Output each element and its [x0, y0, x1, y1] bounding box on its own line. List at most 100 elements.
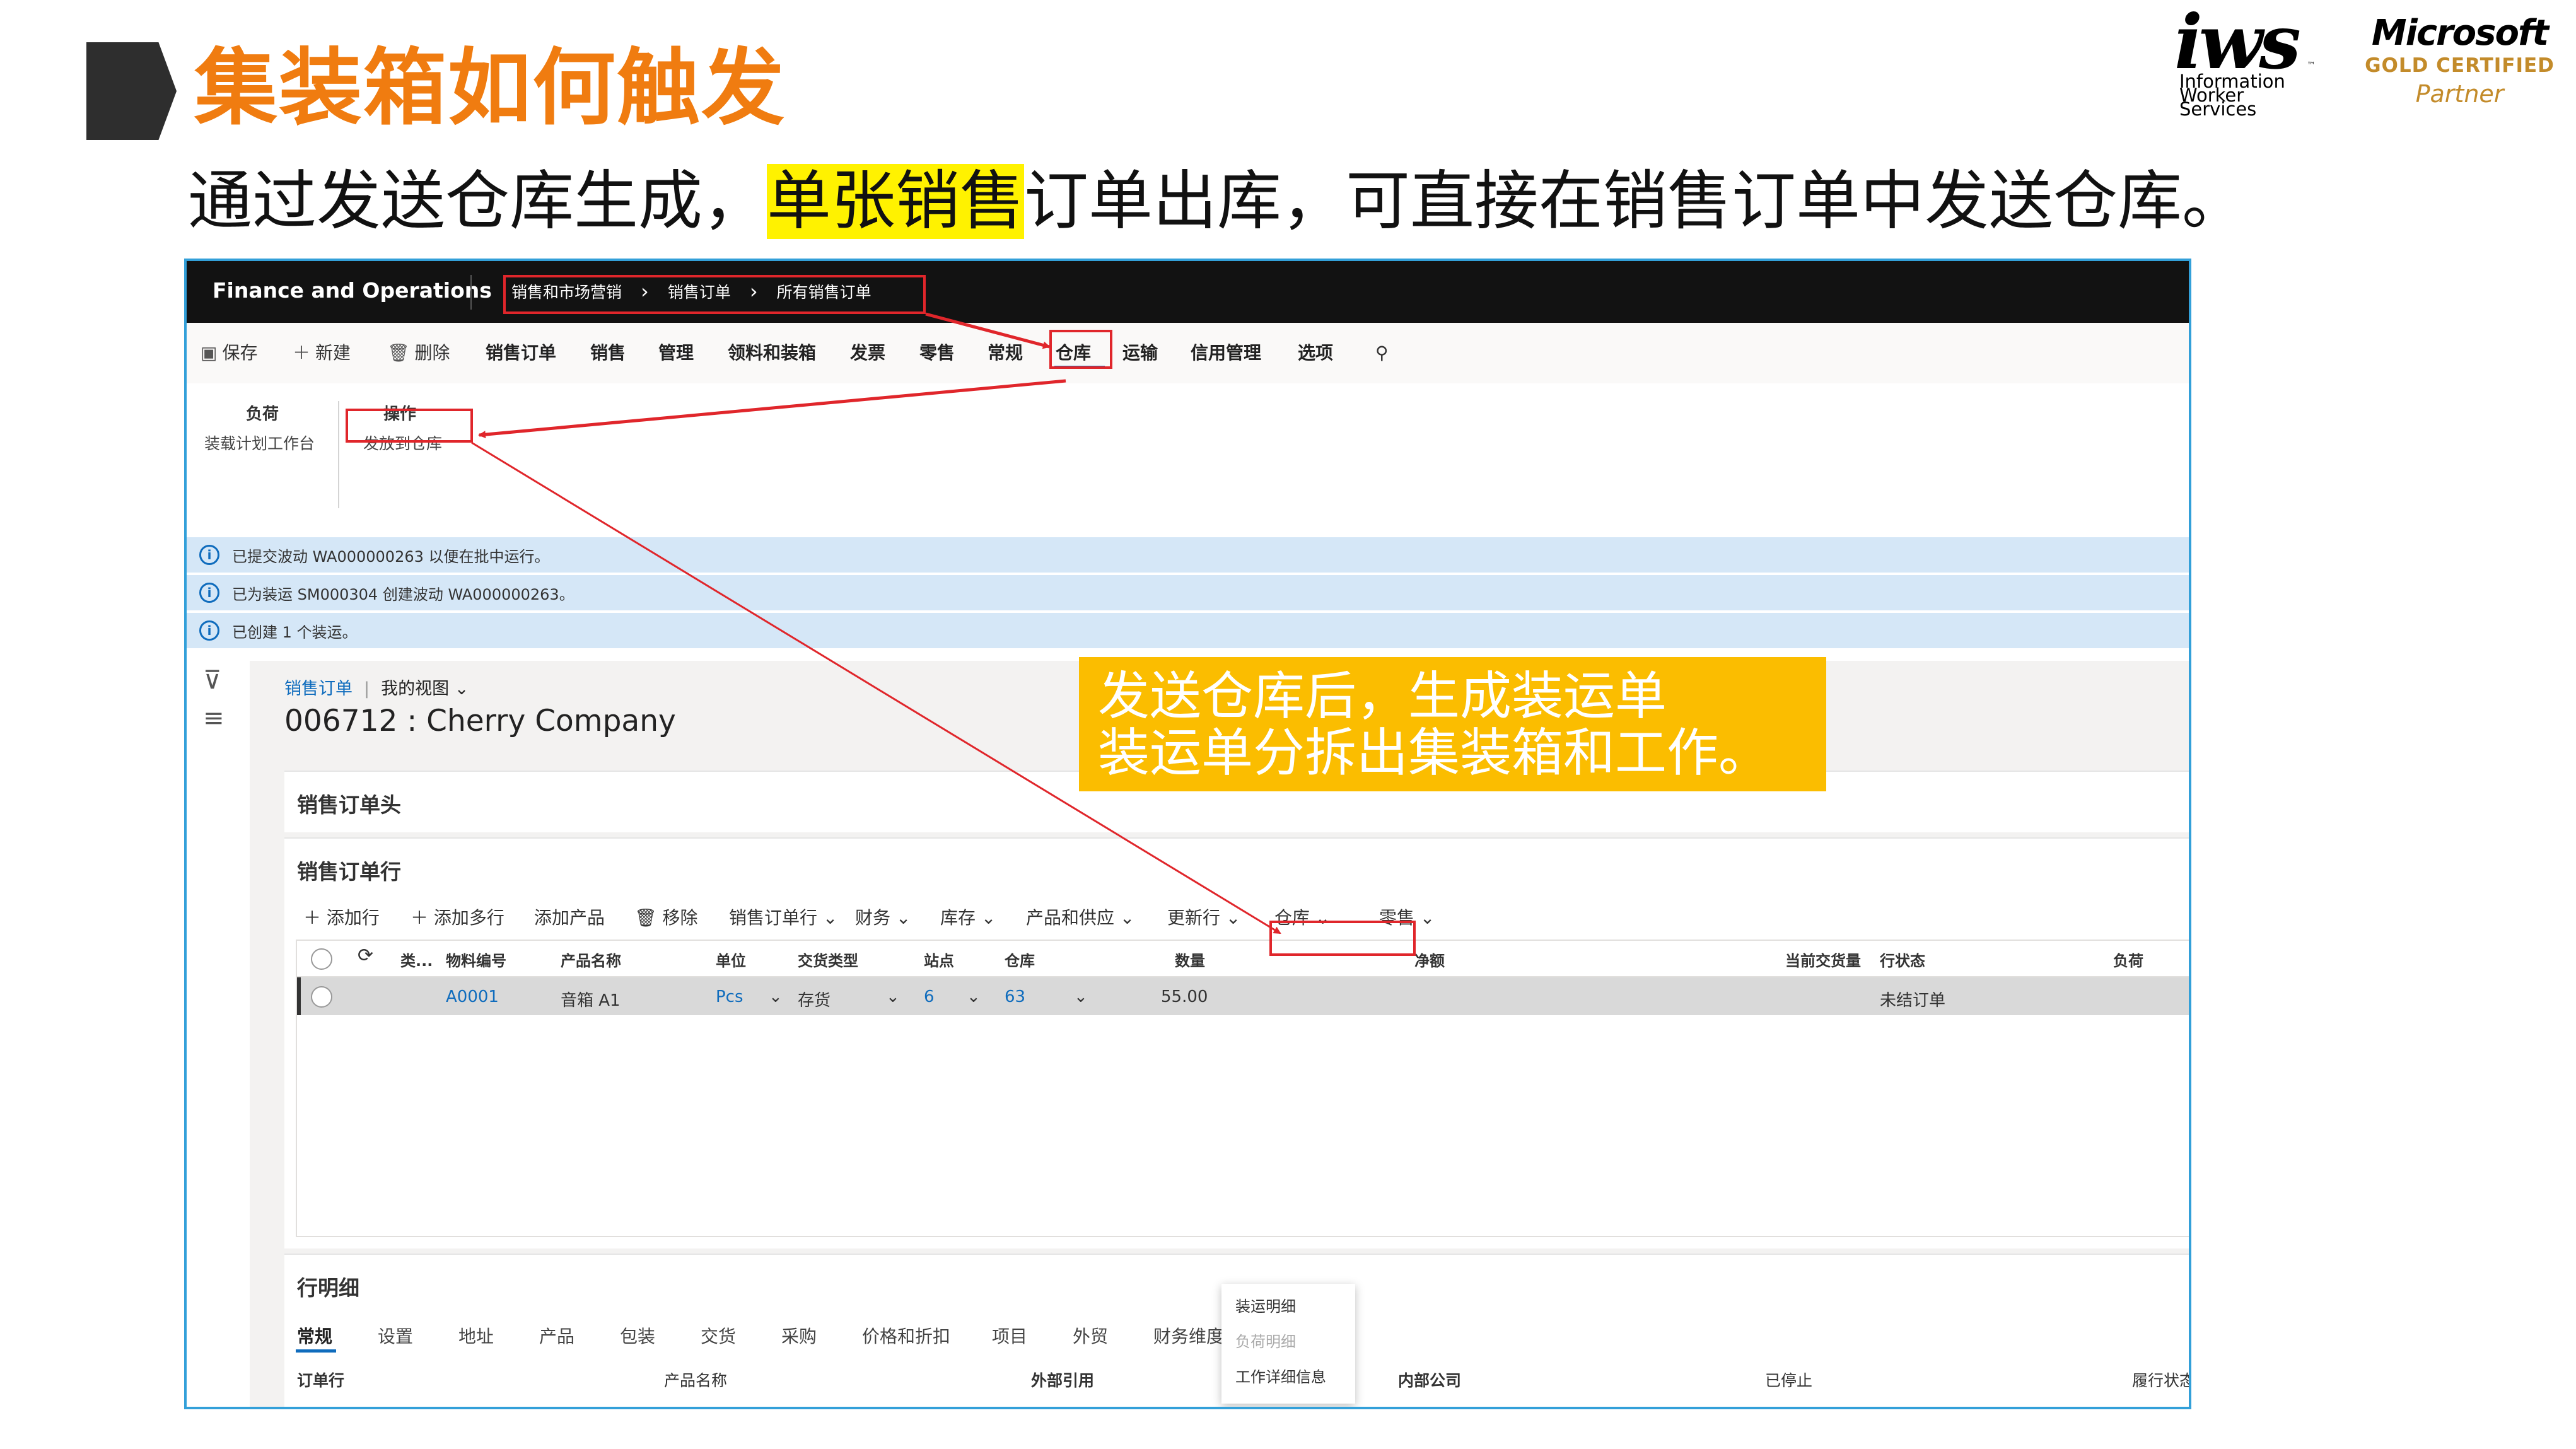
tab-foreign-trade[interactable]: 外贸 — [1073, 1323, 1108, 1348]
top-nav-bar: Finance and Operations 销售和市场营销 › 销售订单 › … — [187, 261, 2189, 323]
section-title: 销售订单头 — [297, 793, 401, 817]
search-icon[interactable]: ⚲ — [1375, 340, 1389, 366]
cell-site[interactable]: 6 — [924, 987, 935, 1006]
save-button[interactable]: ▣ 保存 — [201, 340, 257, 366]
add-line-button[interactable]: ＋ 添加行 — [303, 904, 380, 929]
callout-line-1: 发送仓库后，生成装运单 — [1098, 666, 1667, 726]
field-label-order-line: 订单行 — [297, 1371, 345, 1390]
menu-label: 库存 — [940, 907, 976, 928]
column-header-line-status[interactable]: 行状态 — [1880, 948, 1925, 970]
menu-item-shipment-details[interactable]: 装运明细 — [1235, 1294, 1296, 1316]
column-header-item-number[interactable]: 物料编号 — [446, 948, 506, 970]
column-header-unit[interactable]: 单位 — [716, 948, 746, 970]
save-label: 保存 — [222, 342, 258, 363]
tab-credit-management[interactable]: 信用管理 — [1191, 340, 1261, 366]
tab-transportation[interactable]: 运输 — [1122, 340, 1158, 366]
tab-pick-pack[interactable]: 领料和装箱 — [728, 340, 816, 366]
tab-options[interactable]: 选项 — [1298, 340, 1333, 366]
row-select-radio[interactable] — [311, 986, 332, 1008]
info-icon: i — [199, 620, 219, 641]
add-lines-button[interactable]: ＋ 添加多行 — [411, 904, 504, 929]
tab-address[interactable]: 地址 — [458, 1323, 494, 1348]
expanded-warehouse-group: 负荷 装载计划工作台 操作 发放到仓库 — [187, 383, 2189, 532]
update-line-menu[interactable]: 更新行 ⌄ — [1167, 904, 1240, 929]
cell-quantity[interactable]: 55.00 — [1161, 987, 1208, 1006]
tab-invoice[interactable]: 发票 — [850, 340, 885, 366]
topbar-divider — [470, 275, 472, 310]
tab-sales-order[interactable]: 销售订单 — [486, 340, 556, 366]
new-button[interactable]: ＋新建 — [293, 340, 351, 366]
column-header-net-amount[interactable]: 净额 — [1414, 948, 1445, 970]
cell-product-name[interactable]: 音箱 A1 — [561, 987, 621, 1011]
tab-retail[interactable]: 零售 — [919, 340, 955, 366]
chevron-down-icon[interactable]: ⌄ — [769, 987, 783, 1006]
column-header-type[interactable]: 类... — [400, 948, 433, 970]
section-title: 行明细 — [297, 1276, 359, 1300]
menu-label: 更新行 — [1167, 907, 1221, 928]
tab-packing[interactable]: 包装 — [620, 1323, 655, 1348]
column-header-deliver-now[interactable]: 当前交货量 — [1785, 948, 1861, 970]
column-header-product-name[interactable]: 产品名称 — [561, 948, 621, 970]
message-bar: i 已创建 1 个装运。 — [187, 613, 2189, 649]
chevron-down-icon[interactable]: ⌄ — [886, 987, 900, 1006]
chevron-down-icon[interactable]: ⌄ — [1074, 987, 1088, 1006]
tab-project[interactable]: 项目 — [992, 1323, 1027, 1348]
select-all-radio[interactable] — [311, 948, 332, 970]
load-planning-workbench-button[interactable]: 装载计划工作台 — [204, 431, 315, 454]
field-label-product-name: 产品名称 — [664, 1371, 728, 1390]
inventory-menu[interactable]: 库存 ⌄ — [940, 904, 996, 929]
section-title: 销售订单行 — [297, 859, 401, 884]
column-header-load[interactable]: 负荷 — [2113, 948, 2143, 970]
filter-icon[interactable]: ⊽ — [203, 666, 221, 695]
slide-subtitle: 通过发送仓库生成，单张销售订单出库，可直接在销售订单中发送仓库。 — [188, 161, 2246, 243]
list-icon[interactable]: ≡ — [203, 704, 224, 733]
remove-button[interactable]: 🗑 移除 — [634, 904, 697, 929]
add-lines-label: 添加多行 — [433, 907, 504, 928]
sales-order-line-menu[interactable]: 销售订单行 ⌄ — [729, 904, 837, 929]
app-name[interactable]: Finance and Operations — [213, 275, 492, 306]
column-header-delivery-type[interactable]: 交货类型 — [798, 948, 858, 970]
cell-warehouse[interactable]: 63 — [1005, 987, 1025, 1006]
financials-menu[interactable]: 财务 ⌄ — [855, 904, 911, 929]
annotation-box-shipment-details — [1269, 921, 1416, 956]
sales-order-link[interactable]: 销售订单 — [284, 679, 353, 699]
column-header-quantity[interactable]: 数量 — [1175, 948, 1205, 970]
tab-sell[interactable]: 销售 — [590, 340, 626, 366]
subtitle-part-1: 通过发送仓库生成， — [188, 164, 767, 239]
refresh-icon[interactable]: ⟳ — [358, 945, 373, 967]
cell-delivery-type[interactable]: 存货 — [798, 987, 830, 1011]
menu-label: 财务 — [855, 907, 891, 928]
cell-item-number[interactable]: A0001 — [446, 987, 499, 1006]
product-supply-menu[interactable]: 产品和供应 ⌄ — [1026, 904, 1134, 929]
subtitle-highlight: 单张销售 — [767, 164, 1024, 239]
delete-button[interactable]: 🗑 删除 — [387, 340, 450, 366]
chevron-down-icon[interactable]: ⌄ — [967, 987, 981, 1006]
plus-icon: ＋ — [293, 342, 311, 363]
iws-trademark: ™ — [2307, 61, 2316, 71]
remove-label: 移除 — [662, 907, 698, 928]
iws-logo: iws ™ Information Worker Services — [2174, 5, 2326, 119]
tab-manage[interactable]: 管理 — [658, 340, 694, 366]
page-title: 006712 : Cherry Company — [284, 704, 676, 738]
menu-item-work-details[interactable]: 工作详细信息 — [1235, 1365, 1326, 1387]
column-header-warehouse[interactable]: 仓库 — [1005, 948, 1035, 970]
column-header-site[interactable]: 站点 — [924, 948, 954, 970]
add-products-button[interactable]: 添加产品 — [534, 904, 605, 929]
warehouse-dropdown-menu: 装运明细 负荷明细 工作详细信息 — [1221, 1284, 1355, 1404]
cell-unit[interactable]: Pcs — [716, 987, 743, 1006]
iws-logo-mark: iws — [2174, 0, 2301, 86]
tab-setup[interactable]: 设置 — [378, 1323, 413, 1348]
tab-product[interactable]: 产品 — [539, 1323, 574, 1348]
cell-line-status: 未结订单 — [1880, 991, 1946, 1010]
tab-general[interactable]: 常规 — [988, 340, 1023, 366]
tab-price-discount[interactable]: 价格和折扣 — [862, 1323, 950, 1348]
crumb-separator: | — [364, 679, 370, 699]
sales-lines-grid: ⟳ 类... 物料编号 产品名称 单位 交货类型 站点 仓库 数量 净额 当前交… — [296, 940, 2189, 1237]
tab-purchase[interactable]: 采购 — [781, 1323, 817, 1348]
add-line-label: 添加行 — [326, 907, 380, 928]
tab-financial-dimensions[interactable]: 财务维度 — [1153, 1323, 1224, 1348]
tab-general[interactable]: 常规 — [297, 1323, 332, 1348]
tab-delivery[interactable]: 交货 — [701, 1323, 736, 1348]
view-selector[interactable]: 我的视图 ⌄ — [381, 679, 469, 699]
annotation-box-release-to-warehouse — [346, 409, 473, 443]
